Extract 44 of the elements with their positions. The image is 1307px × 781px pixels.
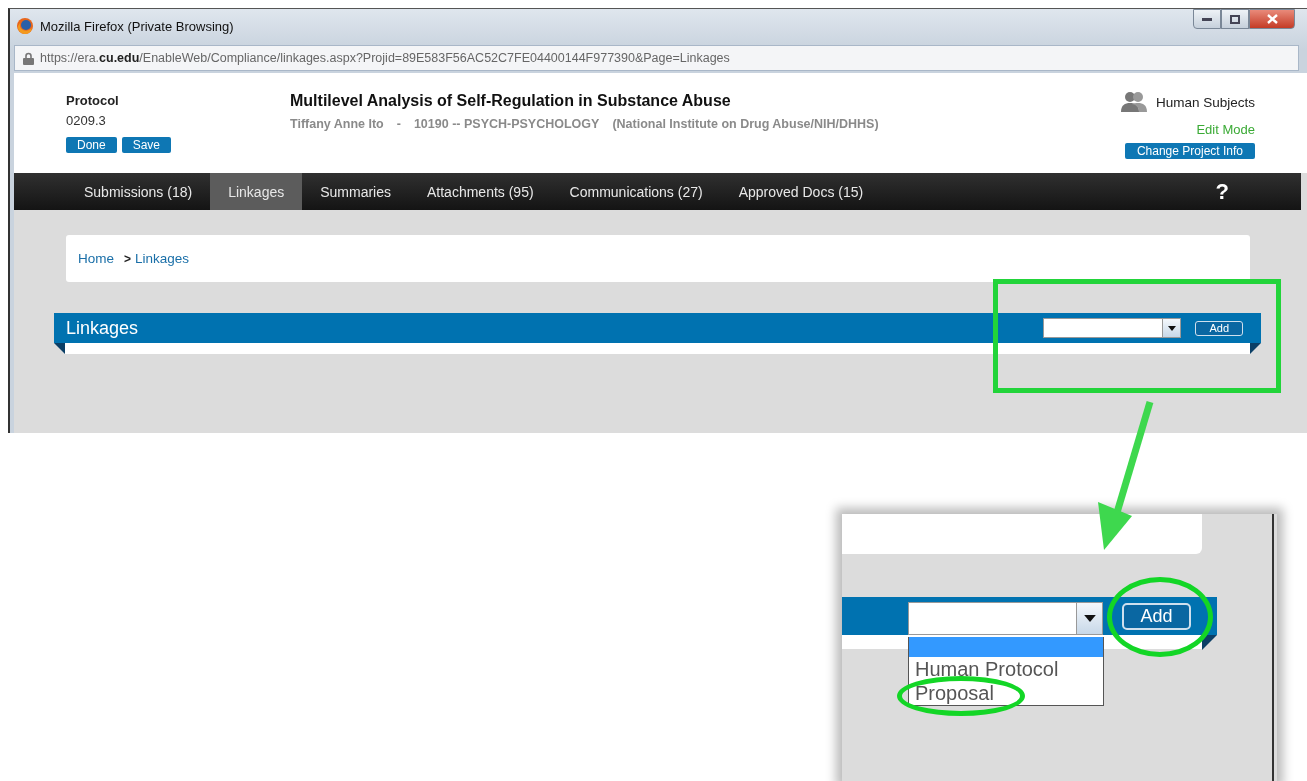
project-subtitle: - — [396, 117, 401, 131]
type-dropdown[interactable] — [908, 602, 1103, 635]
dropdown-option[interactable]: Proposal — [909, 681, 1103, 705]
nav-tab[interactable]: Submissions (18) — [66, 173, 211, 210]
change-project-button[interactable]: Change Project Info — [1124, 143, 1255, 159]
lock-icon — [23, 51, 34, 65]
type-dropdown[interactable] — [1043, 318, 1182, 338]
header-button[interactable]: Save — [121, 137, 172, 153]
add-button[interactable]: Add — [1122, 603, 1191, 630]
nav-tab[interactable]: Linkages — [210, 173, 303, 210]
section-title: Linkages — [66, 317, 139, 339]
ribbon-fold-icon — [1202, 635, 1217, 650]
window-title: Mozilla Firefox (Private Browsing) — [40, 18, 234, 34]
project-type: Human Subjects — [1155, 94, 1255, 110]
header-button[interactable]: Done — [66, 137, 117, 153]
dropdown-option[interactable]: Human Protocol — [909, 657, 1103, 681]
nav-tab[interactable]: Summaries — [302, 173, 409, 210]
protocol-label: Protocol — [66, 93, 120, 108]
maximize-button[interactable] — [1221, 9, 1249, 29]
project-subtitle: Tiffany Anne Ito — [290, 117, 384, 131]
people-icon — [1119, 91, 1148, 113]
nav-tab[interactable]: Attachments (95) — [409, 173, 552, 210]
ribbon-fold-icon — [54, 343, 65, 354]
maximize-icon — [1230, 14, 1240, 24]
project-subtitle: (National Institute on Drug Abuse/NIH/DHHS) — [612, 117, 879, 131]
breadcrumb-link[interactable]: Home — [78, 251, 114, 266]
mode-label: Edit Mode — [1196, 122, 1255, 137]
caret-icon — [1167, 325, 1176, 331]
help-icon[interactable]: ? — [1215, 173, 1229, 210]
minimize-button[interactable] — [1193, 9, 1221, 29]
nav-tab[interactable]: Communications (27) — [551, 173, 721, 210]
ribbon-fold-icon — [1250, 343, 1261, 354]
minimize-icon — [1202, 17, 1212, 21]
add-button[interactable]: Add — [1195, 320, 1243, 336]
project-subtitle: 10190 -- PSYCH-PSYCHOLOGY — [413, 117, 600, 131]
project-title: Multilevel Analysis of Self-Regulation in Substance Abuse — [290, 92, 732, 110]
close-icon — [1266, 14, 1278, 24]
breadcrumb-link[interactable]: Linkages — [135, 251, 190, 266]
protocol-number: 0209.3 — [66, 113, 107, 128]
browser-logo-icon — [16, 17, 34, 35]
caret-icon — [1083, 615, 1096, 622]
close-button[interactable] — [1249, 9, 1295, 29]
nav-tab[interactable]: Approved Docs (15) — [720, 173, 882, 210]
breadcrumb-separator: > — [124, 251, 132, 266]
